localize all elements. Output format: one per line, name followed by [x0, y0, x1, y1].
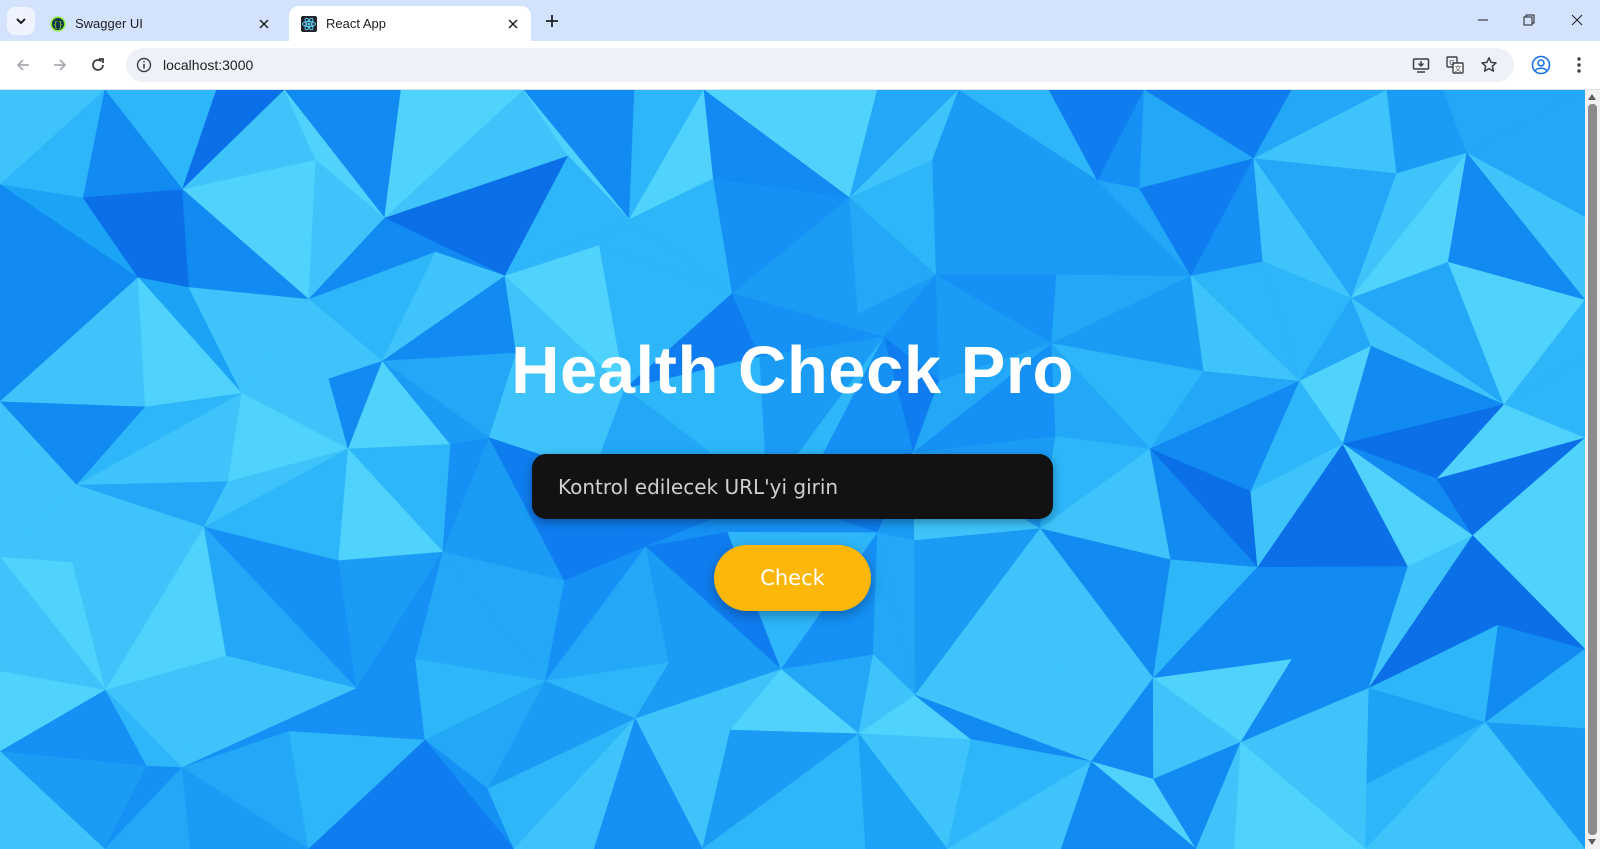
scrollbar-thumb[interactable] [1588, 104, 1597, 835]
restore-button[interactable] [1506, 0, 1552, 40]
tab-search-button[interactable] [7, 7, 35, 35]
back-button[interactable] [9, 51, 37, 79]
tab-strip: {} Swagger UI React App [0, 0, 1600, 41]
react-icon [301, 15, 317, 32]
kebab-menu-icon [1577, 57, 1581, 73]
browser-toolbar: localhost:3000 G文 [0, 41, 1600, 90]
address-text[interactable]: localhost:3000 [163, 57, 253, 73]
profile-button[interactable] [1527, 51, 1555, 79]
minimize-button[interactable] [1460, 0, 1506, 40]
svg-text:文: 文 [1455, 64, 1462, 73]
install-app-icon[interactable] [1411, 55, 1431, 75]
forward-button[interactable] [46, 51, 74, 79]
menu-button[interactable] [1565, 51, 1593, 79]
scroll-down-icon[interactable] [1588, 839, 1596, 845]
address-bar[interactable]: localhost:3000 G文 [126, 48, 1514, 82]
new-tab-button[interactable] [541, 10, 563, 32]
page-viewport: Health Check Pro Check [0, 90, 1585, 849]
info-icon[interactable] [136, 57, 152, 73]
page-title: Health Check Pro [511, 333, 1074, 408]
close-icon[interactable] [256, 16, 272, 32]
check-button[interactable]: Check [714, 545, 871, 611]
close-icon[interactable] [505, 16, 521, 32]
arrow-right-icon [54, 59, 67, 71]
translate-icon[interactable]: G文 [1445, 55, 1465, 75]
tab-swagger[interactable]: {} Swagger UI [38, 6, 282, 41]
svg-text:{}: {} [53, 20, 63, 29]
reload-icon [92, 58, 104, 71]
tab-react-app[interactable]: React App [289, 6, 531, 41]
chevron-down-icon [16, 18, 26, 25]
restore-icon [1523, 14, 1535, 26]
scrollbar[interactable] [1585, 90, 1600, 849]
plus-icon [546, 15, 558, 27]
reload-button[interactable] [84, 51, 112, 79]
profile-icon [1531, 55, 1551, 75]
tab-title: Swagger UI [75, 16, 143, 31]
swagger-icon: {} [50, 16, 66, 31]
scroll-up-icon[interactable] [1588, 94, 1596, 100]
window-close-button[interactable] [1554, 0, 1600, 40]
url-input[interactable] [532, 454, 1053, 519]
arrow-left-icon [16, 59, 29, 71]
close-icon [1571, 14, 1583, 26]
bookmark-star-icon[interactable] [1479, 55, 1499, 75]
minimize-icon [1478, 19, 1488, 21]
tab-title: React App [326, 16, 386, 31]
